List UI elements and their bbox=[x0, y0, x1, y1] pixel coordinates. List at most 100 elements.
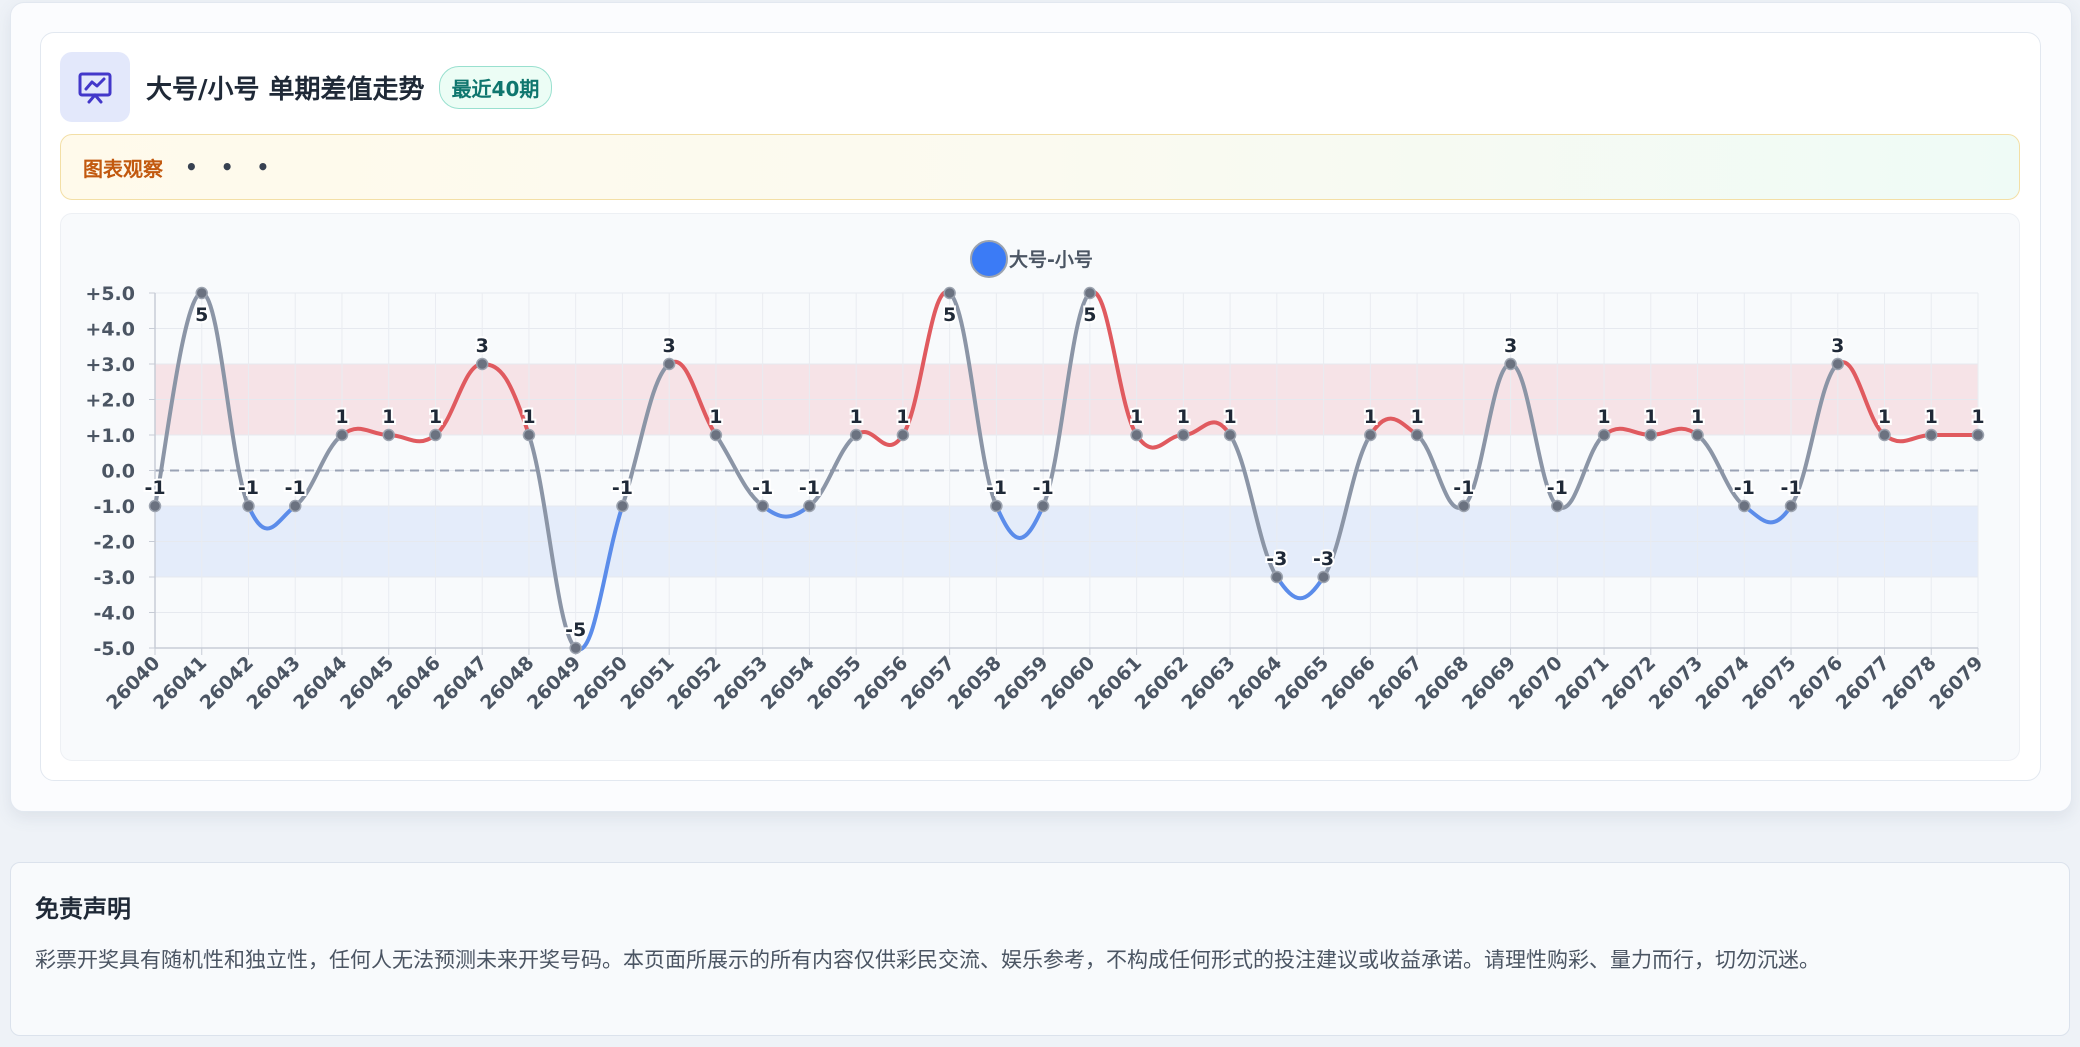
series-line-segment bbox=[386, 433, 438, 444]
data-point bbox=[849, 428, 863, 442]
data-label: 1 bbox=[382, 406, 395, 428]
y-tick-label: -3.0 bbox=[93, 567, 135, 589]
data-label: 1 bbox=[1925, 406, 1938, 428]
data-label: -1 bbox=[1780, 477, 1801, 499]
data-label: 5 bbox=[943, 304, 956, 326]
data-point bbox=[1036, 499, 1050, 513]
data-label: 1 bbox=[709, 406, 722, 428]
chart-observation-bar[interactable]: 图表观察 • • • bbox=[60, 134, 2020, 200]
data-point bbox=[1551, 499, 1564, 513]
y-tick-label: +5.0 bbox=[85, 283, 135, 305]
data-label: 3 bbox=[663, 335, 676, 357]
disclaimer-text: 彩票开奖具有随机性和独立性，任何人无法预测未来开奖号码。本页面所展示的所有内容仅… bbox=[35, 948, 1820, 972]
data-label: 3 bbox=[476, 335, 489, 357]
data-point bbox=[1738, 499, 1751, 513]
data-point bbox=[1177, 428, 1190, 442]
data-point bbox=[1130, 428, 1143, 442]
data-point bbox=[1083, 286, 1097, 300]
data-label: 3 bbox=[1831, 335, 1844, 357]
y-tick-label: +4.0 bbox=[85, 319, 135, 341]
data-label: 1 bbox=[1130, 406, 1143, 428]
presentation-chart-icon bbox=[60, 52, 130, 122]
data-point bbox=[1317, 570, 1330, 584]
data-label: -5 bbox=[565, 619, 586, 641]
y-tick-label: -1.0 bbox=[93, 496, 135, 518]
more-dots-icon[interactable]: • • • bbox=[185, 155, 277, 179]
data-label: -1 bbox=[1033, 477, 1054, 499]
data-label: 1 bbox=[1971, 406, 1984, 428]
data-label: 1 bbox=[1410, 406, 1423, 428]
y-tick-label: +1.0 bbox=[85, 425, 135, 447]
data-label: 3 bbox=[1504, 335, 1517, 357]
chart-title: 大号/小号 单期差值走势 bbox=[146, 74, 425, 105]
data-label: -3 bbox=[1266, 548, 1287, 570]
data-point bbox=[569, 641, 582, 655]
data-label: 1 bbox=[1644, 406, 1657, 428]
data-point bbox=[1364, 428, 1377, 442]
data-label: -1 bbox=[144, 477, 165, 499]
series-line-segment bbox=[1274, 575, 1326, 601]
data-point bbox=[1223, 428, 1237, 442]
data-point bbox=[1691, 428, 1704, 442]
data-label: 1 bbox=[1177, 406, 1190, 428]
data-label: -3 bbox=[1313, 548, 1334, 570]
data-point bbox=[662, 357, 676, 371]
data-label: 1 bbox=[1364, 406, 1377, 428]
data-label: 5 bbox=[1083, 304, 1096, 326]
data-label: -1 bbox=[1734, 477, 1755, 499]
data-label: -1 bbox=[986, 477, 1007, 499]
data-label: -1 bbox=[1547, 477, 1568, 499]
data-point bbox=[1410, 428, 1424, 442]
data-point bbox=[709, 428, 723, 442]
chart-area: +5.0 +4.0 +3.0 +2.0 +1.0 0.0 -1.0 -2.0 -3.0 -4.0 -… bbox=[60, 213, 2020, 761]
legend-marker bbox=[970, 240, 1008, 278]
y-tick-label: -5.0 bbox=[93, 638, 135, 660]
data-point bbox=[896, 428, 910, 442]
data-point bbox=[242, 499, 255, 513]
data-label: 1 bbox=[896, 406, 909, 428]
data-point bbox=[1504, 357, 1517, 371]
data-label: -1 bbox=[752, 477, 773, 499]
line-chart: +5.0 +4.0 +3.0 +2.0 +1.0 0.0 -1.0 -2.0 -3.0 -4.0 -… bbox=[85, 240, 1988, 714]
data-point bbox=[1925, 428, 1938, 442]
data-point bbox=[1457, 499, 1471, 513]
data-label: 1 bbox=[1691, 406, 1704, 428]
y-tick-label: +2.0 bbox=[85, 390, 135, 412]
data-point bbox=[429, 428, 442, 442]
data-label: -1 bbox=[1453, 477, 1474, 499]
data-label: -1 bbox=[612, 477, 633, 499]
legend-label: 大号-小号 bbox=[1009, 248, 1093, 271]
y-tick-label: 0.0 bbox=[101, 461, 135, 483]
y-tick-label: -2.0 bbox=[93, 532, 135, 554]
data-point bbox=[522, 428, 536, 442]
data-point bbox=[1597, 428, 1611, 442]
data-label: 1 bbox=[429, 406, 442, 428]
data-point bbox=[943, 286, 956, 300]
data-label: 1 bbox=[1223, 406, 1236, 428]
data-point bbox=[195, 286, 208, 300]
data-point bbox=[1644, 428, 1658, 442]
data-point bbox=[1831, 357, 1845, 371]
data-point bbox=[148, 499, 162, 513]
series-line-segment bbox=[1134, 433, 1186, 450]
data-point bbox=[990, 499, 1003, 513]
data-point bbox=[382, 428, 395, 442]
disclaimer-section: 免责声明 彩票开奖具有随机性和独立性，任何人无法预测未来开奖号码。本页面所展示的… bbox=[10, 862, 2070, 1036]
series-line-segment bbox=[1882, 433, 1934, 444]
observation-label: 图表观察 bbox=[83, 156, 163, 181]
data-point bbox=[803, 499, 816, 513]
data-label: 1 bbox=[850, 406, 863, 428]
data-point bbox=[756, 499, 769, 513]
data-point bbox=[288, 499, 302, 513]
y-tick-label: +3.0 bbox=[85, 354, 135, 376]
data-label: -1 bbox=[238, 477, 259, 499]
data-point bbox=[475, 357, 489, 371]
data-label: 1 bbox=[522, 406, 535, 428]
data-label: 5 bbox=[195, 304, 208, 326]
data-label: -1 bbox=[285, 477, 306, 499]
period-badge: 最近40期 bbox=[438, 65, 553, 109]
data-label: 1 bbox=[1878, 406, 1891, 428]
disclaimer-title: 免责声明 bbox=[35, 895, 131, 923]
data-point bbox=[335, 428, 349, 442]
y-tick-label: -4.0 bbox=[93, 603, 135, 625]
